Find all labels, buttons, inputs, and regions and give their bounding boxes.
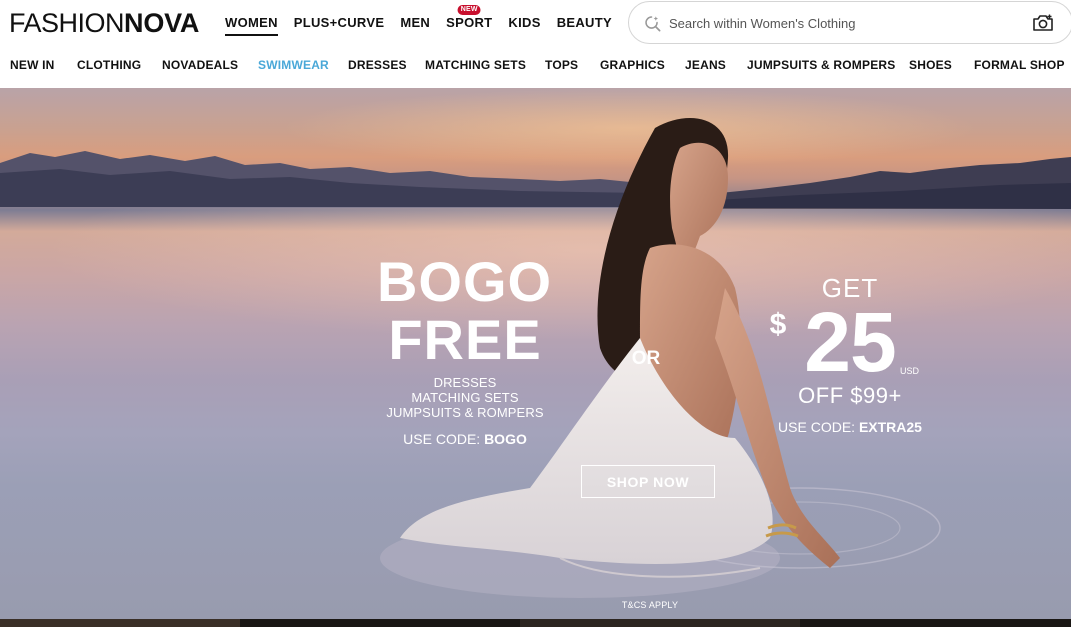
nav-beauty[interactable]: BEAUTY — [557, 14, 612, 36]
fashion-nova-logo[interactable]: FASHION NOVA — [9, 9, 199, 37]
currency-symbol: $ — [769, 308, 787, 341]
bogo-headline: BOGO — [376, 250, 553, 313]
cat-clothing[interactable]: CLOTHING — [77, 58, 141, 72]
bogo-categories: DRESSES MATCHING SETS JUMPSUITS & ROMPER… — [380, 375, 550, 420]
nav-sport-label: SPORT — [446, 15, 493, 30]
bogo-code-prefix: USE CODE: — [403, 431, 485, 447]
nav-women[interactable]: WOMEN — [225, 14, 278, 36]
cat-jumpsuits-rompers[interactable]: JUMPSUITS & ROMPERS — [747, 58, 896, 72]
category-nav: NEW IN CLOTHING NOVADEALS SWIMWEAR DRESS… — [0, 46, 1071, 88]
camera-search-icon[interactable] — [1032, 13, 1054, 33]
terms-link[interactable]: T&CS APPLY — [600, 600, 700, 610]
discount-threshold: OFF $99+ — [798, 383, 902, 408]
new-badge: NEW — [457, 5, 481, 15]
bogo-category: JUMPSUITS & ROMPERS — [386, 405, 544, 420]
next-section-preview — [0, 619, 1071, 627]
cat-dresses[interactable]: DRESSES — [348, 58, 407, 72]
cat-swimwear[interactable]: SWIMWEAR — [258, 58, 329, 72]
extra25-code-prefix: USE CODE: — [778, 419, 859, 435]
main-nav: WOMEN PLUS+CURVE MEN SPORT NEW KIDS BEAU… — [225, 5, 628, 36]
search-bar — [628, 1, 1071, 44]
bogo-code: BOGO — [484, 431, 527, 447]
cat-jeans[interactable]: JEANS — [685, 58, 726, 72]
preview-tile — [0, 619, 240, 627]
search-icon[interactable] — [643, 14, 662, 33]
free-headline: FREE — [388, 308, 542, 371]
cat-novadeals[interactable]: NOVADEALS — [162, 58, 238, 72]
extra25-code: EXTRA25 — [858, 419, 922, 435]
search-input[interactable] — [669, 13, 999, 33]
bogo-category: MATCHING SETS — [411, 390, 519, 405]
cat-graphics[interactable]: GRAPHICS — [600, 58, 665, 72]
cat-matching-sets[interactable]: MATCHING SETS — [425, 58, 526, 72]
bogo-promo-code: USE CODE: BOGO — [380, 431, 550, 448]
preview-tile — [520, 619, 800, 627]
top-header: FASHION NOVA WOMEN PLUS+CURVE MEN SPORT N… — [0, 0, 1071, 46]
cat-new-in[interactable]: NEW IN — [10, 58, 55, 72]
nav-sport[interactable]: SPORT NEW — [446, 5, 493, 36]
discount-amount: 25 — [804, 295, 896, 389]
nav-plus-curve[interactable]: PLUS+CURVE — [294, 14, 385, 36]
nav-men[interactable]: MEN — [400, 14, 430, 36]
shop-now-button[interactable]: SHOP NOW — [581, 465, 715, 498]
cat-shoes[interactable]: SHOES — [909, 58, 952, 72]
hero-banner[interactable]: BOGO FREE DRESSES MATCHING SETS JUMPSUIT… — [0, 88, 1071, 619]
extra25-promo-code: USE CODE: EXTRA25 — [770, 419, 930, 436]
or-label: OR — [631, 348, 661, 369]
cat-formal-shop[interactable]: FORMAL SHOP — [974, 58, 1065, 72]
nav-kids[interactable]: KIDS — [508, 14, 540, 36]
cat-tops[interactable]: TOPS — [545, 58, 578, 72]
currency-unit: USD — [899, 366, 919, 376]
bogo-category: DRESSES — [433, 375, 497, 390]
